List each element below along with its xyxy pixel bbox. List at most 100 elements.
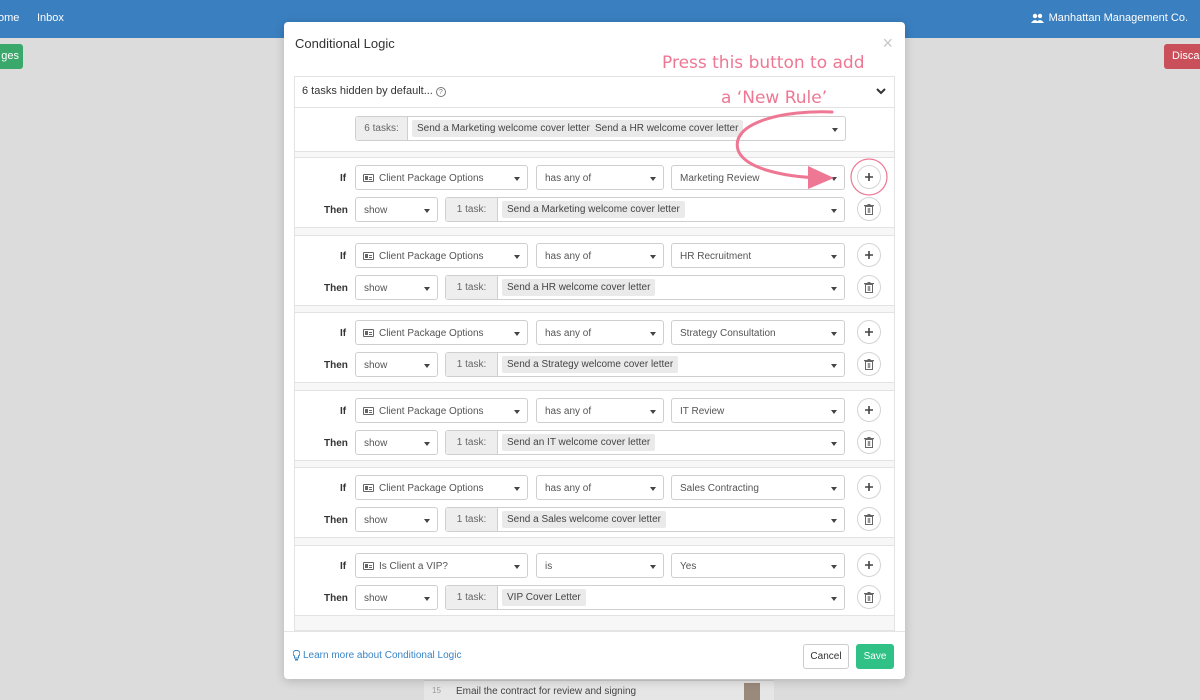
task-row-text: Email the contract for review and signin… bbox=[456, 686, 637, 697]
caret-down-icon bbox=[831, 364, 837, 368]
tasks-select[interactable]: 1 task: Send a Marketing welcome cover le… bbox=[445, 197, 845, 222]
save-changes-button[interactable]: ges bbox=[0, 44, 23, 69]
action-value: show bbox=[364, 205, 388, 216]
annotation-arrow bbox=[735, 110, 888, 196]
discard-button[interactable]: Disca bbox=[1164, 44, 1200, 69]
organization-label: Manhattan Management Co. bbox=[1048, 12, 1188, 24]
tasks-select[interactable]: 1 task: Send a Sales welcome cover letter bbox=[445, 507, 845, 532]
action-select[interactable]: show bbox=[355, 584, 438, 610]
add-rule-button[interactable] bbox=[857, 475, 881, 499]
delete-rule-button[interactable] bbox=[857, 197, 881, 221]
caret-down-icon bbox=[424, 596, 430, 601]
task-chip: Send an IT welcome cover letter bbox=[502, 433, 656, 451]
caret-down-icon bbox=[424, 209, 430, 213]
condition-value-select[interactable]: HR Recruitment bbox=[671, 242, 845, 268]
annotation-line-1: Press this button to add bbox=[662, 53, 865, 73]
if-label: If bbox=[340, 560, 347, 572]
learn-more-link[interactable]: Learn more about Conditional Logic bbox=[293, 650, 461, 661]
condition-operator-select[interactable]: has any of bbox=[536, 475, 664, 500]
action-value: show bbox=[364, 515, 388, 526]
action-value: show bbox=[364, 592, 388, 604]
nav-inbox[interactable]: Inbox bbox=[37, 12, 64, 24]
task-row[interactable]: 15 Email the contract for review and sig… bbox=[424, 680, 774, 700]
action-value: show bbox=[364, 282, 388, 294]
condition-value-select[interactable]: Yes bbox=[671, 552, 845, 578]
learn-more-label: Learn more about Conditional Logic bbox=[303, 650, 462, 661]
condition-value-select[interactable]: Sales Contracting bbox=[671, 475, 845, 500]
save-button[interactable]: Save bbox=[856, 644, 894, 669]
rule-block: If Client Package Options has any of HR Rec… bbox=[295, 234, 894, 306]
condition-field-value: Client Package Options bbox=[379, 173, 484, 184]
condition-field-select[interactable]: Client Package Options bbox=[355, 397, 528, 423]
caret-down-icon bbox=[424, 519, 430, 523]
condition-operator-value: has any of bbox=[545, 173, 592, 184]
caret-down-icon bbox=[831, 286, 837, 291]
nav-home[interactable]: ome bbox=[0, 12, 19, 24]
delete-rule-button[interactable] bbox=[857, 429, 881, 454]
if-label: If bbox=[340, 328, 347, 339]
add-rule-button[interactable] bbox=[857, 397, 881, 422]
add-rule-button[interactable] bbox=[857, 552, 881, 577]
trash-icon bbox=[864, 436, 874, 448]
help-icon[interactable]: ? bbox=[435, 87, 446, 97]
tasks-select[interactable]: 1 task: VIP Cover Letter bbox=[445, 584, 845, 610]
caret-down-icon bbox=[650, 487, 656, 491]
caret-down-icon bbox=[831, 209, 837, 213]
caret-down-icon bbox=[831, 596, 837, 601]
task-count: 1 task: bbox=[446, 198, 498, 221]
caret-down-icon bbox=[424, 286, 430, 291]
condition-field-select[interactable]: Client Package Options bbox=[355, 320, 528, 345]
plus-icon bbox=[865, 483, 873, 491]
action-select[interactable]: show bbox=[355, 352, 438, 377]
then-label: Then bbox=[324, 205, 348, 216]
tasks-select[interactable]: 1 task: Send a Strategy welcome cover let… bbox=[445, 352, 845, 377]
condition-operator-value: has any of bbox=[545, 405, 592, 417]
cancel-button[interactable]: Cancel bbox=[803, 644, 849, 669]
field-icon bbox=[363, 484, 374, 492]
footer-divider bbox=[284, 631, 905, 632]
condition-field-select[interactable]: Is Client a VIP? bbox=[355, 552, 528, 578]
action-select[interactable]: show bbox=[355, 274, 438, 300]
caret-down-icon bbox=[831, 441, 837, 446]
close-icon[interactable]: × bbox=[882, 34, 893, 52]
condition-operator-select[interactable]: is bbox=[536, 552, 664, 578]
plus-icon bbox=[865, 560, 873, 569]
task-count: 1 task: bbox=[446, 585, 498, 609]
field-icon bbox=[363, 251, 374, 260]
if-label: If bbox=[340, 173, 347, 184]
action-select[interactable]: show bbox=[355, 507, 438, 532]
hidden-tasks-title: 6 tasks hidden by default...? bbox=[302, 85, 446, 97]
trash-icon bbox=[864, 591, 874, 603]
condition-field-select[interactable]: Client Package Options bbox=[355, 242, 528, 268]
delete-rule-button[interactable] bbox=[857, 584, 881, 609]
condition-operator-value: is bbox=[545, 560, 553, 572]
organization-name[interactable]: Manhattan Management Co. bbox=[1030, 12, 1188, 24]
action-value: show bbox=[364, 437, 388, 449]
condition-value-select[interactable]: IT Review bbox=[671, 397, 845, 423]
tasks-select[interactable]: 1 task: Send a HR welcome cover letter bbox=[445, 274, 845, 300]
delete-rule-button[interactable] bbox=[857, 507, 881, 531]
delete-rule-button[interactable] bbox=[857, 274, 881, 299]
condition-operator-select[interactable]: has any of bbox=[536, 165, 664, 190]
condition-field-select[interactable]: Client Package Options bbox=[355, 475, 528, 500]
chevron-down-icon[interactable] bbox=[875, 85, 887, 97]
condition-operator-select[interactable]: has any of bbox=[536, 320, 664, 345]
then-label: Then bbox=[324, 515, 348, 526]
then-label: Then bbox=[324, 437, 348, 449]
caret-down-icon bbox=[831, 519, 837, 523]
condition-value: Strategy Consultation bbox=[680, 328, 776, 339]
condition-value-select[interactable]: Strategy Consultation bbox=[671, 320, 845, 345]
rule-block: If Client Package Options has any of IT Rev… bbox=[295, 389, 894, 461]
caret-down-icon bbox=[514, 254, 520, 259]
tasks-select[interactable]: 1 task: Send an IT welcome cover letter bbox=[445, 429, 845, 455]
condition-operator-value: has any of bbox=[545, 250, 592, 262]
add-rule-button[interactable] bbox=[857, 242, 881, 267]
condition-field-select[interactable]: Client Package Options bbox=[355, 165, 528, 190]
delete-rule-button[interactable] bbox=[857, 352, 881, 376]
condition-operator-select[interactable]: has any of bbox=[536, 397, 664, 423]
caret-down-icon bbox=[831, 254, 837, 259]
action-select[interactable]: show bbox=[355, 197, 438, 222]
condition-operator-select[interactable]: has any of bbox=[536, 242, 664, 268]
action-select[interactable]: show bbox=[355, 429, 438, 455]
add-rule-button[interactable] bbox=[857, 320, 881, 344]
